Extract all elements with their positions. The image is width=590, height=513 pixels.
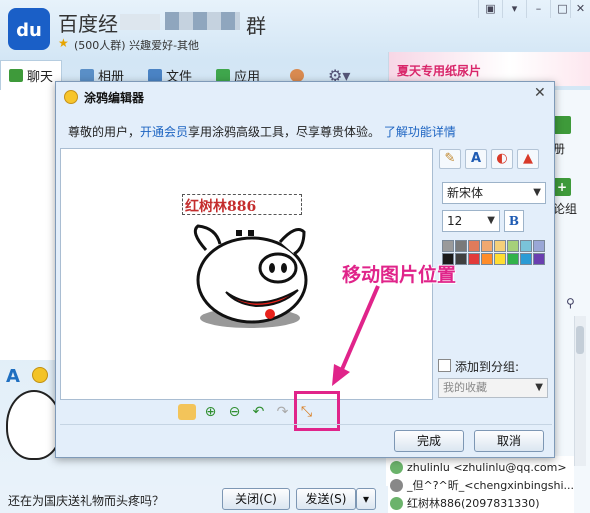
group-select[interactable]: 我的收藏 ▼ [438,378,548,398]
open-vip-link[interactable]: 开通会员 [140,125,188,139]
zoom-out-icon[interactable]: ⊖ [226,404,244,420]
pig-sticker-image [6,390,62,460]
chat-icon [9,69,23,82]
list-item[interactable]: 红树林886(2097831330) [390,494,574,512]
scroll-thumb[interactable] [576,326,584,354]
minimize-icon[interactable]: – [526,0,550,18]
color-swatch[interactable] [507,240,519,252]
color-swatch[interactable] [455,253,467,265]
color-swatch[interactable] [481,253,493,265]
member-list: zhulinlu <zhulinlu@qq.com> _但^?^昕_<cheng… [386,456,574,513]
list-item[interactable]: _但^?^昕_<chengxinbingshi... [390,476,574,494]
color-swatch[interactable] [520,240,532,252]
color-swatch[interactable] [533,253,545,265]
color-swatch[interactable] [520,253,532,265]
doodle-app-icon [64,90,78,104]
send-button[interactable]: 发送(S) [296,488,356,510]
pig-sticker-image[interactable] [186,222,316,332]
tab-chat[interactable]: 聊天 [0,60,63,90]
eraser-icon[interactable]: ◐ [491,149,513,169]
color-swatch[interactable] [494,240,506,252]
member-name: zhulinlu <zhulinlu@qq.com> [407,460,567,474]
album-icon [80,68,94,82]
forum-side-icon[interactable]: + [553,178,571,196]
baidu-logo: du [8,8,50,50]
color-palette [442,240,546,265]
undo-icon[interactable]: ↶ [250,404,268,420]
search-icon[interactable]: ⚲ [566,296,575,310]
send-options-chevron-icon[interactable]: ▾ [356,488,376,510]
font-icon[interactable]: A [6,366,20,387]
color-swatch[interactable] [442,240,454,252]
folder-icon [148,68,162,82]
doodle-editor-dialog: 涂鸦编辑器 ✕ 尊敬的用户，开通会员享用涂鸦高级工具，尽享尊贵体验。 了解功能详… [55,81,555,458]
redacted-title-part [120,14,160,30]
finish-button[interactable]: 完成 [394,430,464,452]
fill-icon[interactable]: ▲ [517,149,539,169]
user-add-icon [290,68,304,82]
member-name: 红树林886(2097831330) [407,497,540,510]
color-swatch[interactable] [481,240,493,252]
close-icon[interactable]: ✕ [534,85,546,101]
album-side-icon[interactable] [553,116,571,134]
color-swatch[interactable] [494,253,506,265]
size-select[interactable]: 12 ▼ [442,210,500,232]
chevron-down-icon: ▼ [487,215,495,226]
feature-details-link[interactable]: 了解功能详情 [384,125,456,139]
emoji-icon[interactable] [32,367,48,383]
notice-text: 尊敬的用户， [68,125,141,139]
apps-icon [216,68,230,82]
annotation-arrow [332,285,380,386]
canvas-toolbar: ⊕ ⊖ ↶ ↷ ⤡ [60,400,433,424]
menu-icon[interactable]: ▾ [502,0,526,18]
font-value: 新宋体 [447,186,484,200]
member-avatar-icon [390,460,403,474]
group-subtitle: (500人群) 兴趣爱好-其他 [74,39,200,52]
font-select[interactable]: 新宋体 ▼ [442,182,546,204]
ad-text: 夏天专用纸尿片 [397,64,482,78]
dialog-title: 涂鸦编辑器 [84,91,145,105]
bold-button[interactable]: B [504,210,524,232]
redacted-title-part [165,12,240,30]
chevron-down-icon: ▼ [533,187,541,198]
chevron-down-icon: ▼ [535,382,543,393]
vip-notice: 尊敬的用户，开通会员享用涂鸦高级工具，尽享尊贵体验。 了解功能详情 [68,123,456,140]
zoom-in-icon[interactable]: ⊕ [202,404,220,420]
close-window-icon[interactable]: ✕ [570,0,590,18]
notice-text: 享用涂鸦高级工具，尽享尊贵体验。 [188,125,381,139]
redo-icon[interactable]: ↷ [274,404,292,420]
bottom-status-text[interactable]: 还在为国庆送礼物而头疼吗？ [8,492,164,509]
color-swatch[interactable] [442,253,454,265]
member-name: _但^?^昕_<chengxinbingshi... [407,479,574,492]
color-swatch[interactable] [507,253,519,265]
close-button[interactable]: 关闭(C) [222,488,290,510]
group-value: 我的收藏 [443,381,487,394]
cancel-button[interactable]: 取消 [474,430,544,452]
color-swatch[interactable] [468,253,480,265]
color-swatch[interactable] [455,240,467,252]
group-title: 百度经 [58,12,118,36]
open-folder-icon[interactable] [177,404,196,420]
list-item[interactable]: zhulinlu <zhulinlu@qq.com> [390,458,574,476]
add-to-group-checkbox[interactable] [438,359,451,372]
text-tool-icon[interactable]: A [465,149,487,169]
group-title-suffix: 群 [246,14,266,38]
member-avatar-icon [390,478,403,492]
member-avatar-icon [390,496,403,510]
doodle-tool-row: ✎ A ◐ ▲ [439,149,549,171]
size-value: 12 [447,214,463,228]
tab-label: 聊天 [27,70,54,85]
add-to-group-label: 添加到分组: [455,360,520,374]
canvas-text: 红树林886 [185,199,257,215]
skin-icon[interactable]: ▣ [478,0,502,18]
color-swatch[interactable] [468,240,480,252]
right-label[interactable]: 论组 [553,200,577,217]
brush-icon[interactable]: ✎ [439,149,461,169]
star-icon: ★ [58,36,69,50]
color-swatch[interactable] [533,240,545,252]
